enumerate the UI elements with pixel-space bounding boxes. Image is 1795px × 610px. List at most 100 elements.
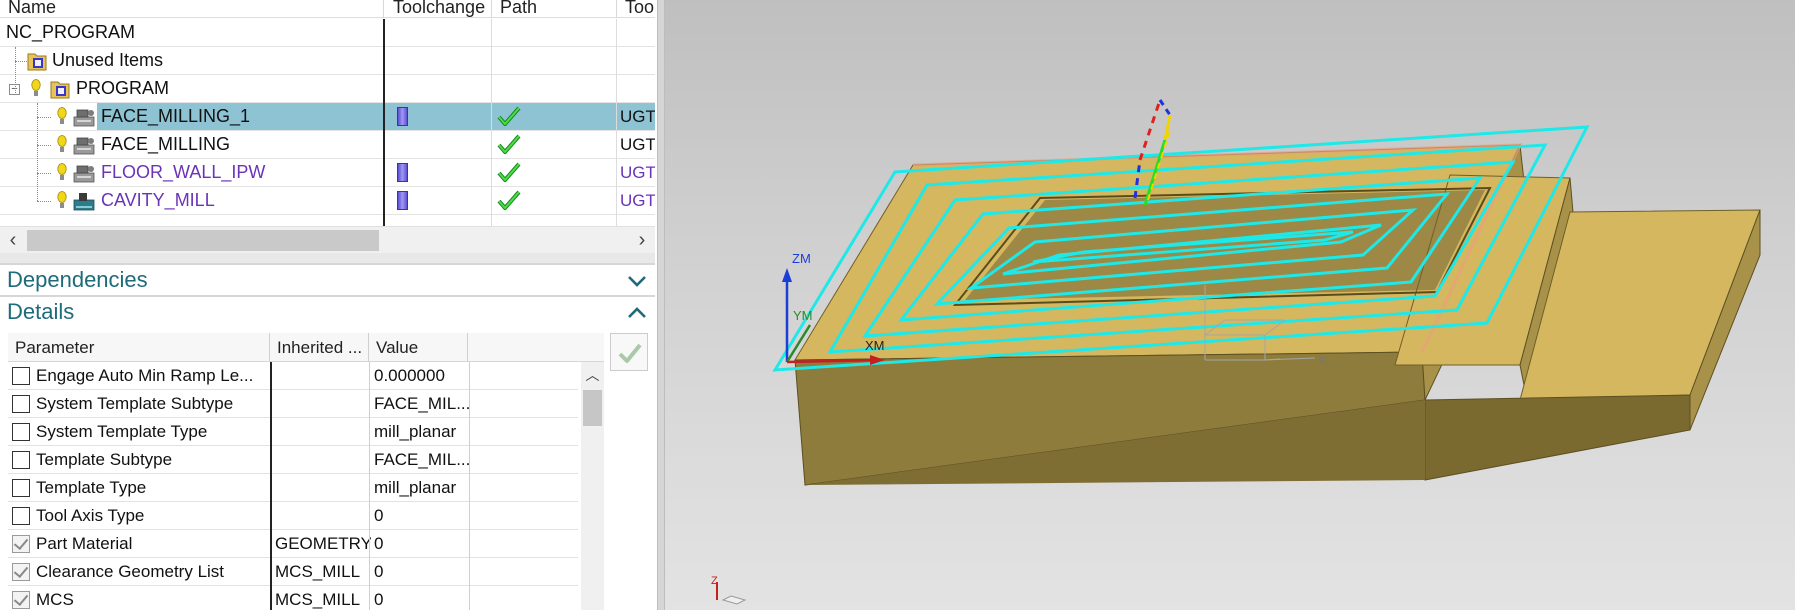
details-row[interactable]: Clearance Geometry List MCS_MILL 0 [8,558,578,586]
toolchange-icon [397,163,408,182]
row-checkbox[interactable] [12,479,30,497]
param-value: 0 [374,562,384,581]
param-name: Template Subtype [36,450,173,469]
tool-name: UGT [620,135,655,154]
details-table: Parameter Inherited ... Value Engage Aut… [8,333,604,610]
tool-name: UGT [620,191,655,210]
axis-label-x: X [1318,353,1326,367]
chevron-down-icon[interactable] [625,269,649,293]
axis-label-xm: XM [865,338,885,353]
column-header-parameter[interactable]: Parameter [8,333,270,362]
part-model-canvas[interactable]: ZM YM XM X Z [665,0,1795,610]
param-inherited: MCS_MILL [275,562,361,581]
operation-navigator-pane: Name Toolchange Path Tool NC_PROGRAM Unu… [0,0,657,610]
details-row[interactable]: Template Subtype FACE_MIL... [8,446,578,474]
tool-name: UGT [620,163,655,182]
param-value: 0 [374,534,384,553]
tool-name: UGT [620,107,655,126]
row-checkbox[interactable] [12,507,30,525]
row-checkbox[interactable] [12,535,30,553]
param-name: Tool Axis Type [36,506,145,525]
tree-row-unused-items[interactable]: Unused Items [0,47,655,75]
details-row[interactable]: Tool Axis Type 0 [8,502,578,530]
tree-row-program[interactable]: − PROGRAM [0,75,655,103]
tree-label: Unused Items [52,50,164,70]
status-bulb-icon [57,163,67,180]
param-value: mill_planar [374,478,457,497]
details-title: Details [7,299,75,324]
tree-row-floor-wall-ipw[interactable]: FLOOR_WALL_IPW UGT [0,159,655,187]
scroll-left-arrow-icon[interactable]: ‹ [0,227,26,254]
axis-label-zm: ZM [792,251,811,266]
row-checkbox[interactable] [12,367,30,385]
details-section-header[interactable]: Details [0,295,655,327]
column-header-inherited[interactable]: Inherited ... [270,333,369,362]
tree-row-nc-program[interactable]: NC_PROGRAM [0,19,655,47]
apply-check-button[interactable] [610,333,648,371]
toolchange-icon [397,191,408,210]
details-row[interactable]: System Template Type mill_planar [8,418,578,446]
path-ok-check-icon [497,106,521,126]
row-checkbox[interactable] [12,451,30,469]
axis-label-ym: YM [793,308,813,323]
face-milling-operation-icon [73,137,95,155]
row-checkbox[interactable] [12,591,30,609]
path-ok-check-icon [497,162,521,182]
dependencies-title: Dependencies [7,267,148,292]
param-value: 0 [374,506,384,525]
tree-label: FLOOR_WALL_IPW [101,162,266,182]
details-vertical-scrollbar[interactable]: ︿ [581,362,604,610]
tree-label: FACE_MILLING_1 [101,106,251,126]
tree-row-face-milling-1[interactable]: FACE_MILLING_1 UGT [0,103,655,131]
param-name: System Template Subtype [36,394,234,413]
param-name: Template Type [36,478,147,497]
param-value: mill_planar [374,422,457,441]
details-row[interactable]: Template Type mill_planar [8,474,578,502]
chevron-up-icon[interactable] [625,301,649,325]
face-milling-operation-icon [73,109,95,127]
check-icon [618,343,642,363]
details-row[interactable]: MCS MCS_MILL 0 [8,586,578,610]
path-ok-check-icon [497,134,521,154]
operation-tree: NC_PROGRAM Unused Items − PROGRAM FACE_M… [0,19,655,226]
column-header-value[interactable]: Value [369,333,468,362]
axis-label-z: Z [711,575,718,587]
graphics-viewport[interactable]: ZM YM XM X Z [665,0,1795,610]
tree-label: FACE_MILLING [101,134,231,154]
param-name: Engage Auto Min Ramp Le... [36,366,254,385]
column-header-path[interactable]: Path [492,0,616,18]
param-inherited: GEOMETRY [275,534,371,553]
details-row[interactable]: System Template Subtype FACE_MIL... [8,390,578,418]
details-table-header: Parameter Inherited ... Value [8,333,604,362]
floor-wall-operation-icon [73,165,95,183]
dependencies-section-header[interactable]: Dependencies [0,263,655,295]
column-header-tool[interactable]: Tool [617,0,655,18]
scrollbar-thumb[interactable] [583,390,602,426]
step-block-front [1424,394,1691,481]
param-name: Part Material [36,534,133,553]
program-group-icon [50,81,70,99]
tree-horizontal-scrollbar[interactable]: ‹ › [0,226,655,253]
tree-label: PROGRAM [76,78,170,98]
tree-row-face-milling[interactable]: FACE_MILLING UGT [0,131,655,159]
tree-row-cavity-mill[interactable]: CAVITY_MILL UGT [0,187,655,215]
param-value: FACE_MIL... [374,450,469,469]
row-checkbox[interactable] [12,563,30,581]
scroll-right-arrow-icon[interactable]: › [629,227,655,254]
pane-splitter[interactable] [657,0,665,610]
param-inherited: MCS_MILL [275,590,361,609]
navigator-column-header: Name Toolchange Path Tool [0,0,655,18]
program-group-icon [27,53,47,71]
row-checkbox[interactable] [12,423,30,441]
scrollbar-thumb[interactable] [27,230,379,251]
row-checkbox[interactable] [12,395,30,413]
param-name: Clearance Geometry List [36,562,225,581]
column-header-toolchange[interactable]: Toolchange [385,0,491,18]
scroll-up-arrow-icon[interactable]: ︿ [581,365,604,385]
details-row[interactable]: Engage Auto Min Ramp Le... 0.000000 [8,362,578,390]
details-row[interactable]: Part Material GEOMETRY 0 [8,530,578,558]
param-name: System Template Type [36,422,208,441]
param-value: 0 [374,590,384,609]
toolchange-icon [397,107,408,126]
column-header-name[interactable]: Name [0,0,383,18]
